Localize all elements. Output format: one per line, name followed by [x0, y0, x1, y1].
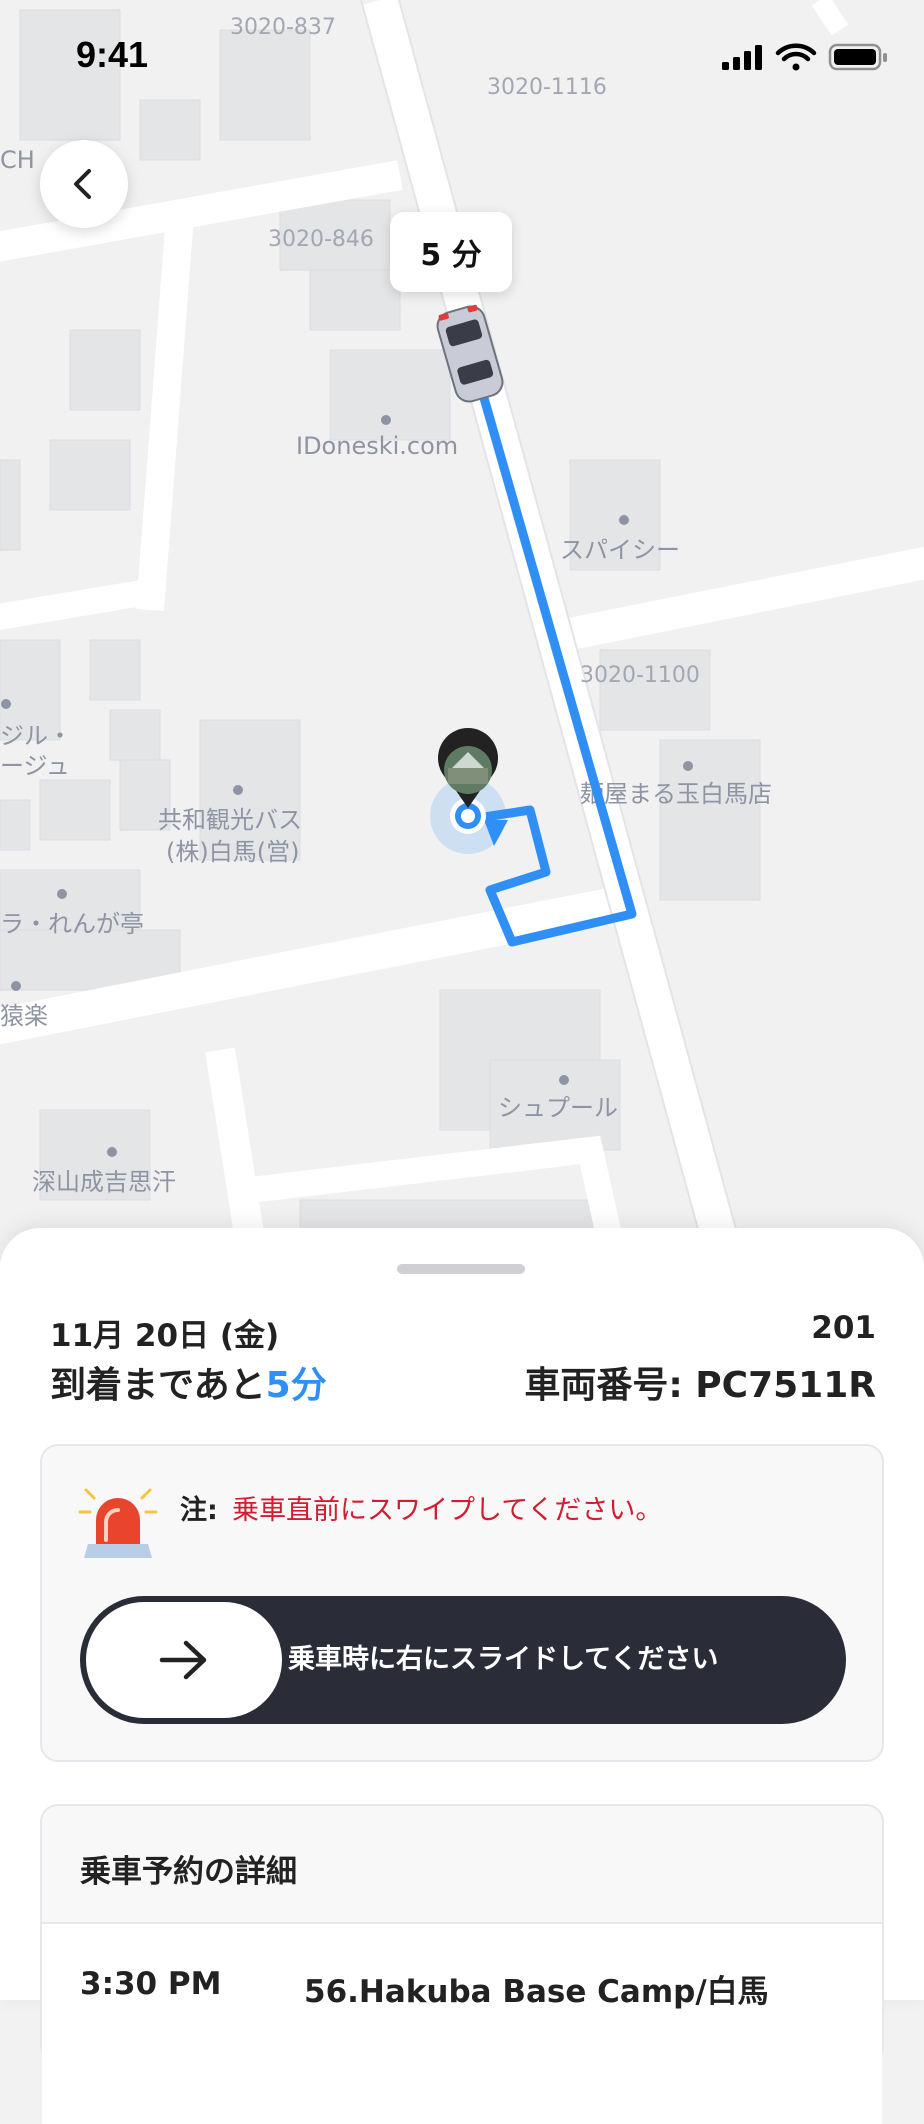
eta-prefix: 到着まであと	[50, 1365, 266, 1406]
place-label[interactable]: ージュ	[0, 752, 70, 780]
pickup-time: 3:30 PM	[80, 1966, 222, 2002]
boarding-notice-card: 注: 乗車直前にスワイプしてください。 乗車時に右にスライドしてください	[40, 1444, 884, 1762]
vehicle-number: 車両番号: PC7511R	[524, 1365, 876, 1406]
battery-icon	[828, 43, 887, 71]
back-button[interactable]	[40, 140, 128, 228]
status-time: 9:41	[76, 34, 149, 75]
siren-icon	[78, 1488, 158, 1558]
details-row[interactable]: 3:30 PM 56.Hakuba Base Camp/白馬	[42, 1924, 882, 2124]
details-title: 乗車予約の詳細	[80, 1854, 297, 1890]
address-label: 3020-846	[268, 227, 374, 252]
place-label[interactable]: スパイシー	[560, 536, 680, 564]
place-label[interactable]: (株)白馬(営)	[166, 838, 299, 866]
address-label: 3020-1100	[580, 663, 700, 688]
status-icons	[720, 40, 890, 80]
eta-bubble: 5 分	[390, 212, 512, 292]
place-label: CH	[0, 146, 35, 174]
place-label[interactable]: ラ・れんが亭	[0, 910, 144, 938]
place-label[interactable]: IDoneski.com	[296, 432, 458, 460]
arrival-eta: 到着まであと5分	[50, 1356, 327, 1408]
board-slider[interactable]: 乗車時に右にスライドしてください	[80, 1596, 846, 1724]
address-label: 3020-1116	[487, 75, 607, 100]
place-label[interactable]: 猿楽	[0, 1002, 48, 1030]
signal-icon	[722, 45, 762, 70]
pickup-place: 56.Hakuba Base Camp/白馬	[304, 1974, 769, 2010]
eta-value: 5分	[265, 1365, 327, 1406]
place-label[interactable]: 麺屋まる玉白馬店	[580, 780, 772, 808]
place-label[interactable]: ジル・	[0, 722, 72, 750]
note-label: 注:	[180, 1495, 218, 1526]
arrow-right-icon	[159, 1640, 207, 1680]
note-text: 乗車直前にスワイプしてください。	[232, 1495, 663, 1526]
ride-date: 11月 20日 (金)	[50, 1318, 280, 1354]
bottom-sheet: 11月 20日 (金) 201 到着まであと5分 車両番号: PC7511R 注…	[0, 1228, 924, 2124]
address-label: 3020-837	[230, 15, 336, 40]
sheet-handle[interactable]	[397, 1264, 525, 1274]
place-label[interactable]: 深山成吉思汗	[32, 1168, 176, 1196]
slider-thumb[interactable]	[86, 1602, 282, 1718]
ride-number: 201	[811, 1310, 876, 1346]
slider-label: 乗車時に右にスライドしてください	[288, 1644, 719, 1675]
place-label[interactable]: 共和観光バス	[158, 806, 302, 834]
booking-details-card: 乗車予約の詳細 3:30 PM 56.Hakuba Base Camp/白馬	[40, 1804, 884, 2124]
map-view[interactable]: 3020-837 3020-1116 3020-846 3020-1100 ID…	[0, 0, 924, 1240]
wifi-icon	[775, 43, 817, 71]
place-label[interactable]: シュプール	[498, 1094, 618, 1122]
back-chevron-icon	[74, 169, 91, 199]
